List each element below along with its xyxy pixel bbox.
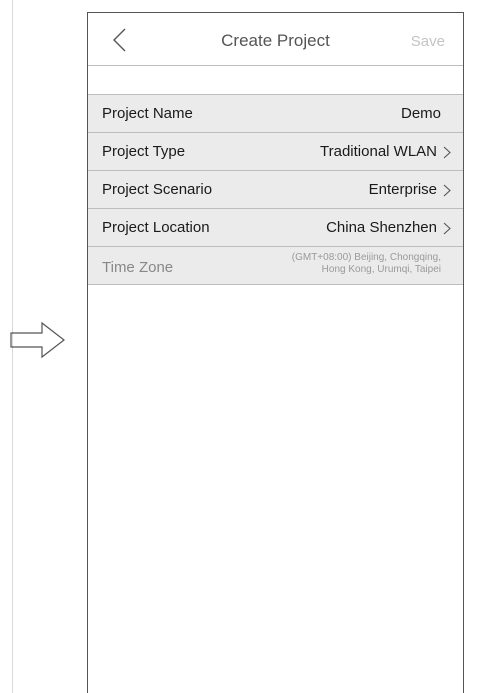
project-name-value: Demo: [400, 105, 441, 122]
right-arrow-icon: [10, 321, 65, 359]
nav-bar: Create Project Save: [88, 13, 463, 66]
time-zone-row: Time Zone (GMT+08:00) Beijing, Chongqing…: [88, 247, 463, 285]
project-name-row[interactable]: Project Name Demo: [88, 95, 463, 133]
project-location-row[interactable]: Project Location China Shenzhen: [88, 209, 463, 247]
save-button[interactable]: Save: [411, 33, 445, 50]
chevron-right-icon: [443, 222, 451, 235]
project-location-label: Project Location: [102, 219, 210, 236]
section-spacer: [88, 66, 463, 95]
project-location-value: China Shenzhen: [326, 219, 437, 236]
chevron-right-icon: [443, 184, 451, 197]
project-scenario-value: Enterprise: [368, 181, 437, 198]
project-scenario-row[interactable]: Project Scenario Enterprise: [88, 171, 463, 209]
time-zone-value: (GMT+08:00) Beijing, Chongqing, Hong Kon…: [261, 252, 441, 276]
project-scenario-label: Project Scenario: [102, 181, 213, 198]
time-zone-label: Time Zone: [102, 259, 174, 276]
phone-screen: Create Project Save Project Name Demo Pr…: [87, 12, 464, 693]
chevron-right-icon: [443, 146, 451, 159]
project-type-row[interactable]: Project Type Traditional WLAN: [88, 133, 463, 171]
time-zone-line-1: (GMT+08:00) Beijing, Chongqing,: [291, 252, 441, 263]
project-type-value: Traditional WLAN: [320, 143, 437, 160]
project-type-label: Project Type: [102, 143, 186, 160]
time-zone-line-2: Hong Kong, Urumqi, Taipei: [321, 264, 441, 275]
page-title: Create Project: [221, 31, 330, 50]
project-name-label: Project Name: [102, 105, 193, 122]
